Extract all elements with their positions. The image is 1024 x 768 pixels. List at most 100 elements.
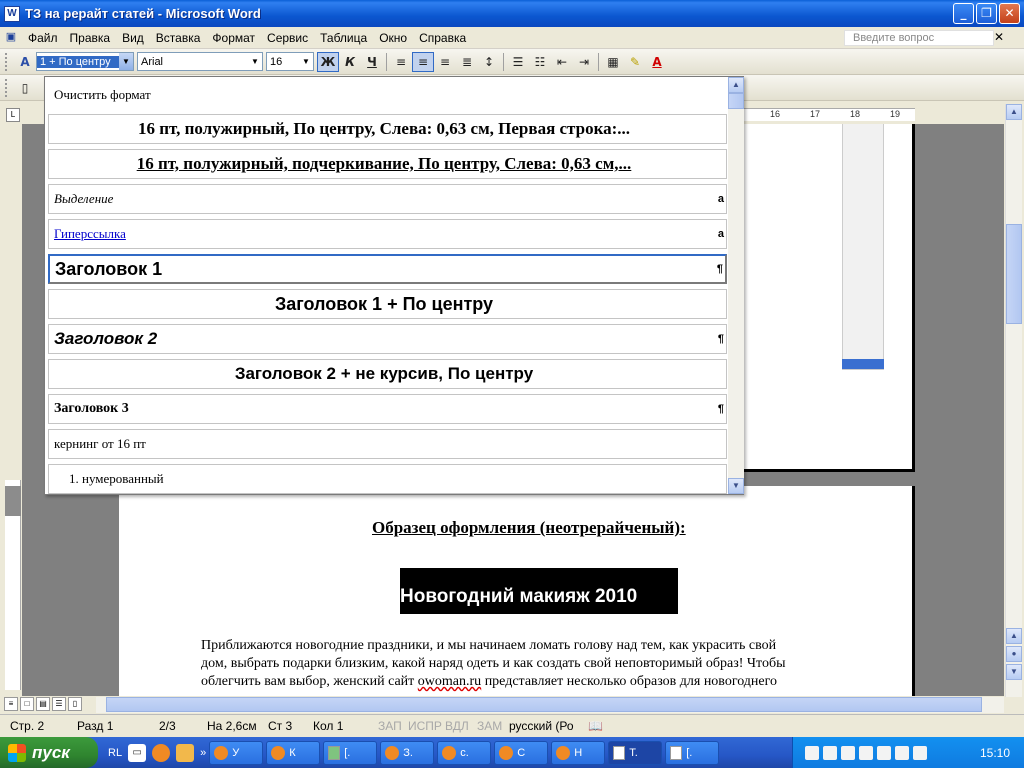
minimize-button[interactable]: _ — [953, 3, 974, 24]
restore-button[interactable]: ❐ — [976, 3, 997, 24]
web-view-icon[interactable]: □ — [20, 697, 34, 711]
menu-help[interactable]: Справка — [413, 31, 472, 45]
taskbar-button[interactable]: [. — [665, 740, 720, 765]
underline-button[interactable]: Ч — [361, 52, 383, 72]
taskbar-button[interactable]: С — [494, 740, 549, 765]
numbering-icon[interactable]: ☰ — [507, 52, 529, 72]
font-size-select[interactable]: 16 ▼ — [266, 52, 314, 71]
start-button[interactable]: пуск — [0, 737, 98, 768]
toolbar-grip[interactable] — [5, 52, 9, 71]
language-indicator[interactable]: RL — [108, 747, 122, 759]
tray-app-icon[interactable] — [877, 745, 891, 760]
borders-icon[interactable]: ▦ — [602, 52, 624, 72]
menu-insert[interactable]: Вставка — [150, 31, 207, 45]
chevron-down-icon[interactable]: ▼ — [248, 53, 262, 70]
ruler-strip[interactable]: 16 17 18 19 — [740, 108, 915, 121]
style-item[interactable]: 16 пт, полужирный, По центру, Слева: 0,6… — [48, 114, 727, 144]
taskbar-button[interactable]: Н — [551, 740, 606, 765]
align-center-icon[interactable]: ≡ — [412, 51, 434, 72]
taskbar-button[interactable]: Т. — [608, 740, 663, 765]
menu-edit[interactable]: Правка — [64, 31, 117, 45]
tray-app-icon[interactable] — [895, 745, 909, 760]
clock[interactable]: 15:10 — [980, 746, 1010, 760]
menu-format[interactable]: Формат — [206, 31, 261, 45]
taskbar-button[interactable]: З. — [380, 740, 435, 765]
align-left-icon[interactable]: ≡ — [390, 52, 412, 72]
style-dropdown[interactable]: Очистить формат 16 пт, полужирный, По це… — [44, 76, 744, 495]
vertical-scroll-thumb[interactable] — [1006, 224, 1022, 324]
firefox-icon[interactable] — [152, 743, 171, 762]
antivirus-icon[interactable] — [823, 745, 837, 760]
reading-view-icon[interactable]: ▯ — [68, 697, 82, 711]
style-item[interactable]: Гиперссылка a — [48, 219, 727, 249]
new-document-icon[interactable]: ▯ — [14, 78, 36, 98]
justify-icon[interactable]: ≣ — [456, 52, 478, 72]
style-list-scroll-thumb[interactable] — [728, 93, 744, 109]
taskbar-button[interactable]: [. — [323, 740, 378, 765]
close-document-icon[interactable]: ✕ — [994, 30, 1004, 44]
style-item[interactable]: Заголовок 1 ¶ — [48, 254, 727, 284]
highlight-icon[interactable]: ✎ — [624, 52, 646, 72]
vertical-scrollbar[interactable]: ▲ ▲ ● ▼ — [1005, 104, 1022, 697]
menu-view[interactable]: Вид — [116, 31, 150, 45]
taskbar-button[interactable]: У — [209, 740, 264, 765]
taskbar-button[interactable]: К — [266, 740, 321, 765]
status-record[interactable]: ЗАП — [378, 719, 402, 733]
network-icon[interactable] — [805, 745, 819, 760]
tray-app-icon[interactable] — [841, 745, 855, 760]
expand-chevron-icon[interactable]: » — [200, 747, 206, 759]
scroll-down-icon[interactable]: ▼ — [728, 478, 744, 494]
horizontal-scrollbar[interactable] — [96, 697, 1004, 713]
italic-button[interactable]: К — [339, 52, 361, 72]
ask-question-input[interactable]: Введите вопрос — [844, 30, 994, 46]
styles-pane-icon[interactable]: A — [14, 52, 36, 72]
horizontal-scroll-thumb[interactable] — [106, 697, 982, 712]
menu-tools[interactable]: Сервис — [261, 31, 314, 45]
normal-view-icon[interactable]: ≡ — [4, 697, 18, 711]
tray-app-icon[interactable] — [859, 745, 873, 760]
print-view-icon[interactable]: ▤ — [36, 697, 50, 711]
taskbar-button[interactable]: с. — [437, 740, 492, 765]
font-color-icon[interactable]: A — [646, 52, 668, 72]
page-2[interactable]: Образец оформления (неотрерайченый): Нов… — [119, 486, 915, 696]
document-icon[interactable]: ▣ — [3, 30, 19, 46]
status-track-changes[interactable]: ИСПР — [408, 719, 442, 733]
bold-button[interactable]: Ж — [317, 51, 339, 72]
chevron-down-icon[interactable]: ▼ — [119, 53, 133, 70]
outline-view-icon[interactable]: ☰ — [52, 697, 66, 711]
volume-icon[interactable] — [913, 745, 927, 760]
clear-formatting-option[interactable]: Очистить формат — [54, 87, 151, 103]
chevron-down-icon[interactable]: ▼ — [299, 53, 313, 70]
desktop-icon[interactable]: ▭ — [128, 743, 147, 762]
status-overtype[interactable]: ЗАМ — [477, 719, 502, 733]
close-button[interactable]: ✕ — [999, 3, 1020, 24]
vertical-ruler[interactable] — [5, 480, 21, 690]
scroll-up-icon[interactable]: ▲ — [1006, 628, 1022, 644]
menu-table[interactable]: Таблица — [314, 31, 373, 45]
style-item[interactable]: 1. нумерованный — [48, 464, 727, 494]
app-shortcut-icon[interactable] — [176, 743, 195, 762]
line-spacing-icon[interactable]: ↕ — [478, 52, 500, 72]
style-item[interactable]: 16 пт, полужирный, подчеркивание, По цен… — [48, 149, 727, 179]
word-app-icon[interactable]: W — [4, 5, 20, 22]
bullets-icon[interactable]: ☷ — [529, 52, 551, 72]
style-item[interactable]: Заголовок 2 + не курсив, По центру — [48, 359, 727, 389]
style-item[interactable]: Выделение a — [48, 184, 727, 214]
style-select[interactable]: 1 + По центру ▼ — [36, 52, 134, 71]
align-right-icon[interactable]: ≡ — [434, 52, 456, 72]
scroll-up-icon[interactable]: ▲ — [728, 77, 744, 93]
scroll-up-icon[interactable]: ▲ — [1006, 104, 1022, 120]
toolbar-grip[interactable] — [5, 78, 9, 97]
style-item[interactable]: Заголовок 3 ¶ — [48, 394, 727, 424]
style-item[interactable]: кернинг от 16 пт — [48, 429, 727, 459]
style-item[interactable]: Заголовок 2 ¶ — [48, 324, 727, 354]
spelling-status-icon[interactable]: 📖 — [588, 719, 603, 733]
menu-file[interactable]: Файл — [22, 31, 64, 45]
font-select[interactable]: Arial ▼ — [137, 52, 263, 71]
decrease-indent-icon[interactable]: ⇤ — [551, 52, 573, 72]
status-extend[interactable]: ВДЛ — [445, 719, 469, 733]
tab-selector[interactable]: L — [6, 108, 20, 122]
style-list-scrollbar[interactable]: ▲ ▼ — [728, 77, 744, 494]
increase-indent-icon[interactable]: ⇥ — [573, 52, 595, 72]
scroll-down-icon[interactable]: ▼ — [1006, 664, 1022, 680]
